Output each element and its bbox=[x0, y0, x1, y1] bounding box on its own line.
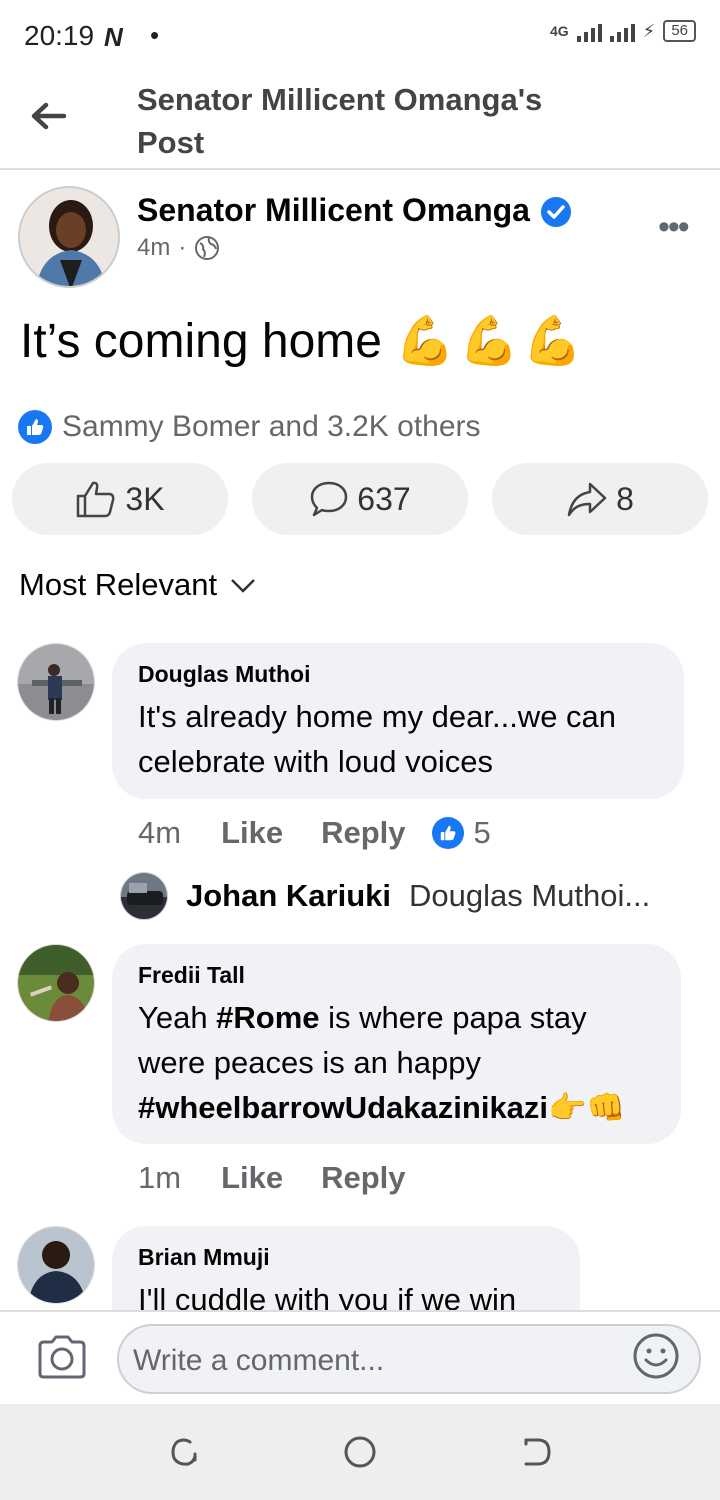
post-text-content: It’s coming home bbox=[20, 315, 382, 368]
commenter-name[interactable]: Brian Mmuji bbox=[138, 1244, 554, 1271]
meta-separator: · bbox=[178, 234, 187, 261]
comment-reaction-count[interactable]: 5 bbox=[431, 815, 491, 851]
commenter-name[interactable]: Douglas Muthoi bbox=[138, 661, 658, 688]
avatar-image bbox=[20, 188, 118, 286]
reply-author: Johan Kariuki bbox=[186, 878, 391, 913]
chevron-down-icon bbox=[231, 579, 256, 593]
network-type: 4G bbox=[549, 23, 569, 39]
status-indicators: 4G ⚡ 56 bbox=[550, 20, 696, 42]
share-arrow-icon bbox=[567, 482, 607, 517]
like-reaction-icon bbox=[18, 410, 52, 444]
signal-icon-2 bbox=[609, 20, 635, 42]
avatar-image bbox=[18, 644, 94, 720]
author-name[interactable]: Senator Millicent Omanga bbox=[137, 192, 530, 229]
page-title: Senator Millicent Omanga's Post bbox=[137, 82, 543, 160]
reply-preview[interactable]: Johan Kariuki Douglas Muthoi... bbox=[120, 872, 650, 920]
avatar-image bbox=[121, 873, 167, 919]
comment-actions: 4m Like Reply 5 bbox=[138, 815, 491, 851]
signal-icon bbox=[576, 20, 602, 42]
post-action-row: 3K 637 8 bbox=[12, 463, 708, 535]
reply-text: Douglas Muthoi... bbox=[409, 878, 651, 913]
top-header: Senator Millicent Omanga's Post bbox=[0, 72, 720, 170]
comment-time: 1m bbox=[138, 1160, 182, 1195]
post-time: 4m bbox=[137, 234, 171, 261]
share-button[interactable]: 8 bbox=[492, 463, 708, 535]
sort-dropdown[interactable]: Most Relevant bbox=[19, 567, 257, 603]
thumbs-up-icon bbox=[77, 481, 115, 518]
avatar-image bbox=[18, 945, 94, 1021]
comment-composer: Write a comment... bbox=[0, 1310, 720, 1404]
charging-icon: ⚡ bbox=[642, 20, 656, 41]
like-reaction-icon bbox=[431, 817, 464, 849]
status-time: 20:19 bbox=[24, 20, 95, 51]
comment-reply-button[interactable]: Reply bbox=[321, 815, 405, 851]
author-avatar[interactable] bbox=[18, 186, 120, 288]
commenter-avatar[interactable] bbox=[17, 643, 95, 721]
commenter-avatar[interactable] bbox=[17, 944, 95, 1022]
emoji-smile-icon[interactable] bbox=[632, 1332, 680, 1380]
home-circle-icon[interactable] bbox=[342, 1434, 378, 1470]
notification-dot-icon: • bbox=[150, 20, 160, 50]
post-text: It’s coming home 💪💪💪 bbox=[20, 312, 587, 369]
notification-n-icon: N bbox=[104, 22, 123, 52]
comment-like-button[interactable]: Like bbox=[221, 815, 283, 851]
comment-text: It's already home my dear...we can celeb… bbox=[138, 699, 617, 779]
comment-bubble-icon bbox=[311, 481, 348, 517]
back-arrow-icon[interactable] bbox=[28, 96, 68, 136]
comment-text: Yeah #Rome is where papa stay were peace… bbox=[138, 995, 655, 1130]
comment-time: 4m bbox=[138, 815, 182, 850]
comment-count: 637 bbox=[357, 480, 411, 517]
hashtag-link[interactable]: #wheelbarrowUdakazinikazi bbox=[138, 1090, 548, 1125]
sort-label: Most Relevant bbox=[19, 567, 218, 602]
commenter-avatar[interactable] bbox=[17, 1226, 95, 1304]
recent-apps-icon[interactable] bbox=[166, 1434, 202, 1470]
battery-icon: 56 bbox=[663, 20, 696, 42]
comment-text-part: Yeah bbox=[138, 1000, 217, 1035]
comment-actions: 1m Like Reply bbox=[138, 1160, 406, 1196]
comment-bubble[interactable]: Fredii Tall Yeah #Rome is where papa sta… bbox=[112, 944, 681, 1144]
comment-like-button[interactable]: Like bbox=[221, 1160, 283, 1196]
comment-input[interactable]: Write a comment... bbox=[117, 1324, 701, 1394]
verified-badge-icon bbox=[541, 197, 571, 227]
status-bar: 20:19 N • 4G ⚡ 56 bbox=[0, 0, 720, 72]
like-button[interactable]: 3K bbox=[12, 463, 228, 535]
more-options-icon[interactable]: ••• bbox=[658, 208, 690, 247]
flexed-biceps-emoji: 💪💪💪 bbox=[395, 315, 587, 368]
like-count: 3K bbox=[125, 480, 165, 517]
share-count: 8 bbox=[616, 480, 634, 517]
comment-emoji: 👉👊 bbox=[548, 1090, 626, 1125]
commenter-name[interactable]: Fredii Tall bbox=[138, 962, 655, 989]
comment-button[interactable]: 637 bbox=[252, 463, 468, 535]
reply-avatar bbox=[120, 872, 168, 920]
comment-bubble[interactable]: Douglas Muthoi It's already home my dear… bbox=[112, 643, 684, 799]
post-meta: 4m · bbox=[137, 234, 220, 262]
reactions-summary[interactable]: Sammy Bomer and 3.2K others bbox=[18, 410, 481, 444]
comment-reaction-number: 5 bbox=[473, 815, 491, 850]
hashtag-link[interactable]: #Rome bbox=[216, 1000, 319, 1035]
globe-icon bbox=[195, 236, 220, 260]
comment-reply-button[interactable]: Reply bbox=[321, 1160, 405, 1196]
avatar-image bbox=[18, 1227, 94, 1303]
back-nav-icon[interactable] bbox=[518, 1434, 554, 1470]
system-nav-bar bbox=[0, 1404, 720, 1500]
reactions-text: Sammy Bomer and 3.2K others bbox=[62, 410, 481, 443]
camera-icon[interactable] bbox=[36, 1334, 88, 1380]
